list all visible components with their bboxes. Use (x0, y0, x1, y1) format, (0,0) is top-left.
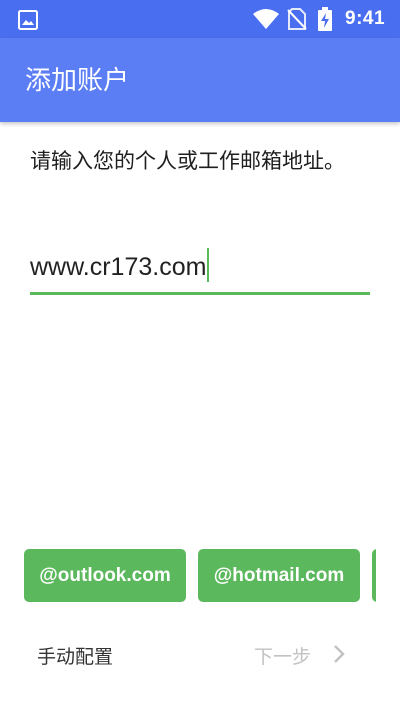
status-time: 9:41 (345, 8, 386, 29)
email-field[interactable]: www.cr173.com (30, 243, 370, 295)
suggestion-chip-partial[interactable] (372, 549, 376, 602)
app-bar: 添加账户 (0, 38, 400, 122)
battery-charging-icon (318, 7, 332, 35)
status-bar: 9:41 (0, 0, 400, 38)
suggestion-chip-hotmail[interactable]: @hotmail.com (198, 549, 360, 602)
page-title: 添加账户 (25, 66, 130, 96)
email-prompt: 请输入您的个人或工作邮箱地址。 (30, 149, 345, 173)
manual-setup-button[interactable]: 手动配置 (37, 642, 113, 669)
wifi-icon (253, 8, 279, 34)
chevron-right-icon (332, 643, 346, 669)
no-sim-icon (287, 8, 307, 34)
image-icon (18, 10, 38, 34)
email-input-value[interactable]: www.cr173.com (30, 248, 210, 282)
next-button[interactable]: 下一步 (254, 642, 311, 669)
domain-suggestions: @outlook.com @hotmail.com (24, 549, 376, 602)
text-caret (207, 248, 210, 282)
suggestion-chip-outlook[interactable]: @outlook.com (24, 549, 186, 602)
